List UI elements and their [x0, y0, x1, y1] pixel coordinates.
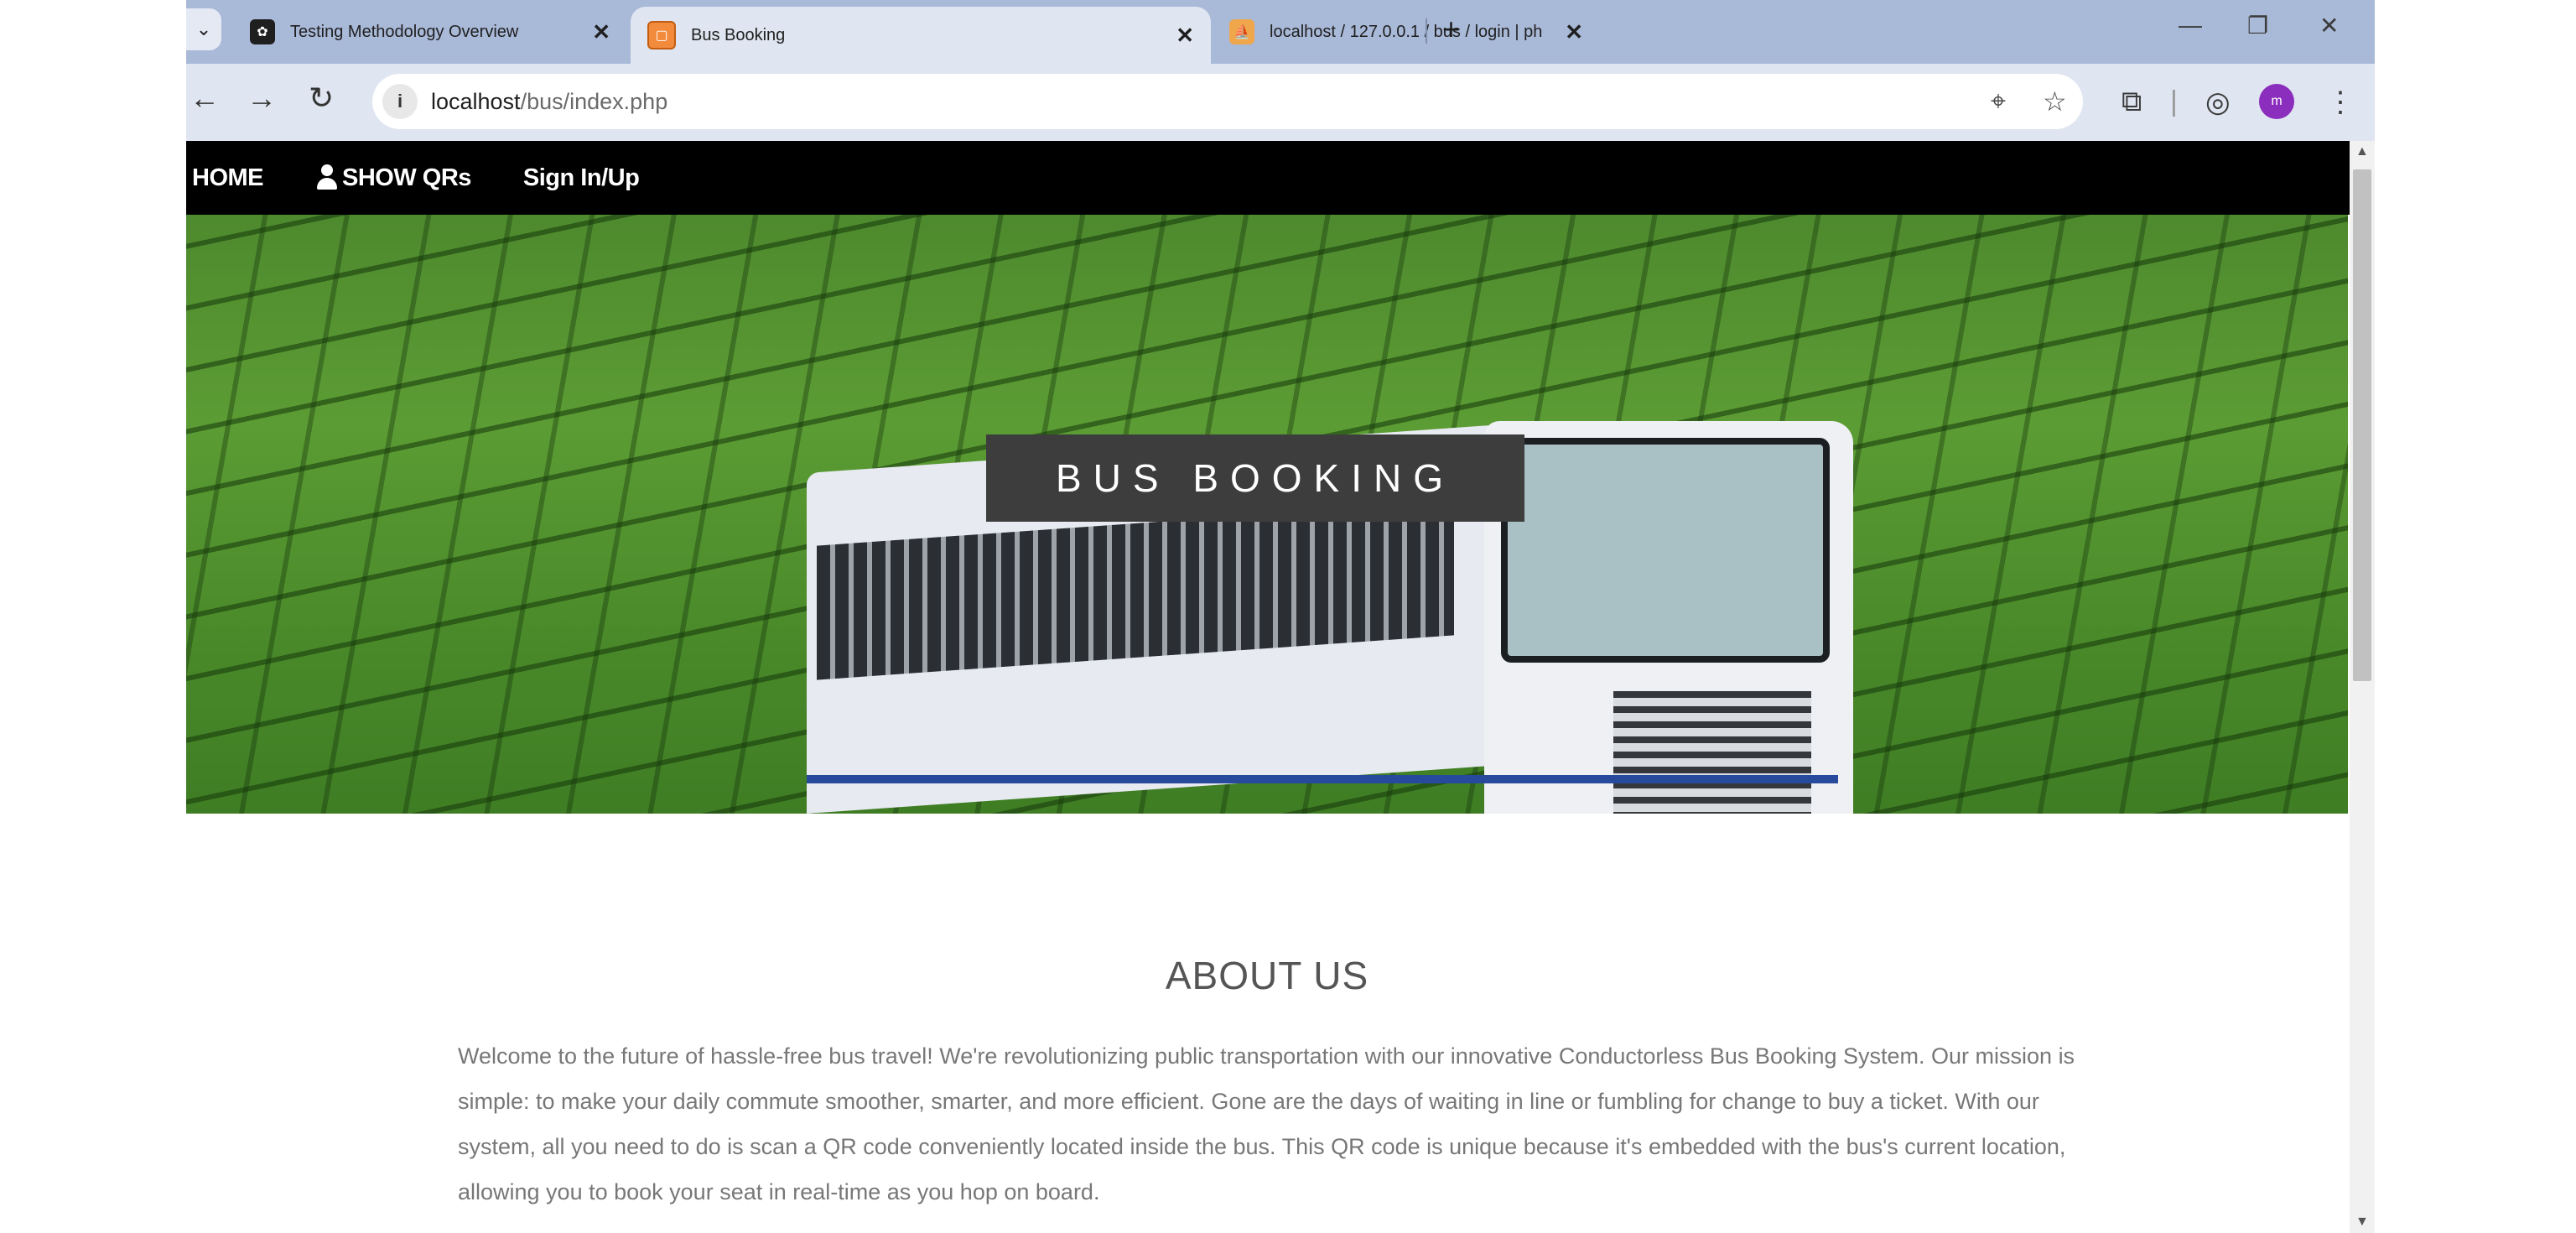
about-paragraph: Welcome to the future of hassle-free bus… [458, 1043, 2075, 1204]
tab-bus-booking[interactable]: ▢ Bus Booking ✕ [631, 7, 1211, 64]
about-heading: ABOUT US [1165, 954, 1369, 997]
close-tab-icon[interactable]: ✕ [1176, 23, 1194, 49]
tab-phpmyadmin[interactable]: ⛵ localhost / 127.0.0.1 / bus / login | … [1213, 7, 1600, 57]
menu-kebab-icon[interactable]: ⋮ [2326, 86, 2355, 119]
tab-separator [1426, 18, 1427, 44]
site-navbar: HOME SHOW QRs Sign In/Up [186, 141, 2350, 215]
tab-search-button[interactable]: ⌄ [186, 8, 221, 50]
tab-testing-methodology[interactable]: ✿ Testing Methodology Overview ✕ [233, 7, 627, 57]
bus-stripe-shape [807, 775, 1838, 783]
forward-button[interactable]: → [247, 81, 277, 116]
address-bar[interactable]: i localhost/bus/index.php ⌖ ☆ [372, 74, 2083, 129]
close-window-button[interactable]: ✕ [2319, 12, 2339, 39]
back-button[interactable]: ← [190, 81, 220, 116]
nav-home-link[interactable]: HOME [192, 164, 264, 192]
bus-grille-shape [1613, 691, 1811, 814]
address-host: localhost [431, 89, 521, 114]
page-icon: ▢ [647, 21, 676, 49]
profile-avatar[interactable]: m [2259, 84, 2294, 119]
location-pin-icon[interactable]: ⌖ [1991, 86, 2006, 117]
minimize-button[interactable]: — [2179, 12, 2202, 39]
close-tab-icon[interactable]: ✕ [1565, 19, 1583, 45]
user-icon [315, 164, 339, 191]
tab-strip: ⌄ ✿ Testing Methodology Overview ✕ ▢ Bus… [186, 0, 2375, 64]
reload-button[interactable]: ↻ [309, 81, 334, 116]
nav-sign-in-link[interactable]: Sign In/Up [522, 164, 640, 192]
hero-title: BUS BOOKING [986, 434, 1524, 522]
extensions-icon[interactable]: ⧉ [2122, 86, 2142, 118]
address-path: /bus/index.php [520, 89, 668, 114]
browser-window: ⌄ ✿ Testing Methodology Overview ✕ ▢ Bus… [186, 0, 2375, 1233]
nav-home-label: HOME [192, 164, 264, 191]
chatgpt-icon: ✿ [250, 19, 275, 44]
phpmyadmin-icon: ⛵ [1229, 19, 1254, 44]
maximize-button[interactable]: ❐ [2247, 12, 2268, 39]
scroll-up-arrow-icon[interactable]: ▲ [2355, 144, 2369, 159]
tab-title: Testing Methodology Overview [290, 22, 519, 41]
tab-title: localhost / 127.0.0.1 / bus / login | ph [1270, 22, 1543, 41]
hero-banner: BUS BOOKING [186, 215, 2348, 814]
page-viewport: HOME SHOW QRs Sign In/Up BUS BOOKING ABO… [186, 141, 2375, 1233]
tab-title: Bus Booking [691, 25, 786, 44]
nav-show-qrs-label: SHOW QRs [342, 164, 471, 191]
nav-sign-in-label: Sign In/Up [522, 164, 640, 191]
bookmark-star-icon[interactable]: ☆ [2043, 86, 2067, 117]
browser-toolbar: ← → ↻ i localhost/bus/index.php ⌖ ☆ ⧉ | … [186, 64, 2375, 141]
new-tab-button[interactable]: + [1442, 12, 1460, 47]
close-tab-icon[interactable]: ✕ [592, 19, 610, 45]
scroll-down-arrow-icon[interactable]: ▼ [2355, 1215, 2369, 1230]
address-url[interactable]: localhost/bus/index.php [431, 89, 667, 115]
site-info-icon[interactable]: i [382, 84, 418, 119]
scrollbar-thumb[interactable] [2353, 169, 2371, 681]
nav-show-qrs-link[interactable]: SHOW QRs [315, 164, 471, 192]
toolbar-divider: | [2170, 86, 2178, 117]
media-controls-icon[interactable]: ◎ [2205, 86, 2231, 119]
page-scrollbar[interactable]: ▲ ▼ [2350, 141, 2375, 1233]
bus-windshield-shape [1501, 438, 1830, 663]
